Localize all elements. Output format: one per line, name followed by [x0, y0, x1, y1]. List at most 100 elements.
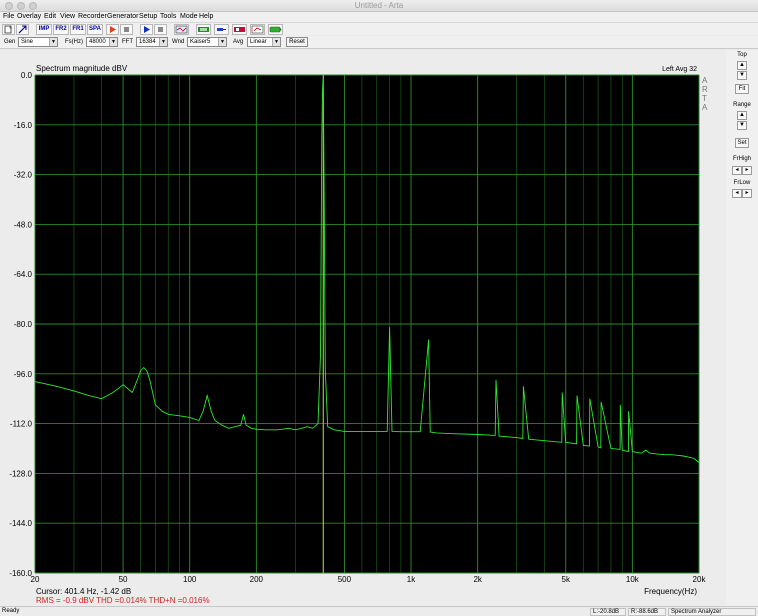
x-tick-label: 100 [183, 575, 197, 584]
menu-file[interactable]: File [3, 13, 14, 20]
x-tick-label: 500 [338, 575, 352, 584]
x-tick-label: 50 [119, 575, 128, 584]
svg-text:A: A [702, 103, 708, 112]
svg-text:A: A [702, 76, 708, 85]
channel-info: Left Avg 32 [662, 66, 697, 73]
menu-setup[interactable]: Setup [139, 13, 157, 20]
generator-bar: Gen Sine ▼ Fs(Hz) 48000 ▼ FFT 16384 ▼ Wnd K… [0, 36, 758, 49]
x-tick-label: 2k [473, 575, 482, 584]
y-tick-label: -128.0 [9, 469, 32, 478]
fs-select[interactable]: 48000 ▼ [86, 37, 118, 47]
y-tick-label: 0.0 [21, 71, 33, 80]
top-down-button[interactable]: ▼ [737, 71, 747, 80]
y-tick-label: -48.0 [14, 220, 33, 229]
menu-edit[interactable]: Edit [44, 13, 56, 20]
y-tick-label: -32.0 [14, 171, 33, 180]
svg-text:T: T [702, 94, 707, 103]
menu-bar: File Overlay Edit View Recorder Generato… [0, 12, 758, 22]
calibration-icon[interactable] [232, 24, 247, 35]
svg-text:R: R [702, 85, 708, 94]
y-tick-label: -96.0 [14, 370, 33, 379]
frhigh-right-button[interactable]: ▸ [742, 166, 752, 175]
x-tick-label: 20 [31, 575, 40, 584]
range-label: Range [733, 102, 751, 108]
reset-button[interactable]: Reset [286, 37, 308, 47]
chevron-down-icon: ▼ [49, 38, 57, 46]
fr2-mode-button[interactable]: FR2 [53, 24, 69, 35]
chevron-down-icon: ▼ [218, 38, 226, 46]
window-title: Untitled - Arta [354, 1, 404, 10]
plot-title: Spectrum magnitude dBV [36, 64, 128, 73]
status-bar: Ready L:-20.8dB R:-88.6dB Spectrum Analy… [0, 606, 758, 616]
imp-mode-button[interactable]: IMP [36, 24, 52, 35]
spectrum-chart[interactable]: 0.0 -16.0 -32.0 -48.0 -64.0 -80.0 -96.0 -112.0 -… [0, 50, 726, 606]
chevron-down-icon: ▼ [272, 38, 280, 46]
wnd-label: Wnd [172, 39, 185, 45]
new-icon[interactable] [2, 24, 15, 35]
menu-generator[interactable]: Generator [107, 13, 139, 20]
gauge-icon[interactable] [196, 24, 211, 35]
gen-select[interactable]: Sine ▼ [18, 37, 58, 47]
stop-record-icon[interactable] [120, 24, 133, 35]
status-ready: Ready [2, 608, 20, 614]
scale-sidebar: Top ▲ ▼ Fit Range ▲ ▼ Set FrHigh ◂ ▸ FrL… [726, 50, 758, 606]
y-tick-label: -160.0 [9, 569, 32, 578]
play-icon[interactable] [140, 24, 153, 35]
mode-status: Spectrum Analyzer [668, 608, 756, 616]
fft-label: FFT [122, 39, 133, 45]
distortion-stats: RMS = -0.9 dBV THD =0.014% THD+N =0.016% [36, 596, 210, 605]
avg-select[interactable]: Linear ▼ [247, 37, 281, 47]
toolbar: IMP FR2 FR1 SPA [0, 22, 758, 35]
plug-icon[interactable] [214, 24, 229, 35]
spa-mode-button[interactable]: SPA [87, 24, 103, 35]
gen-label: Gen [4, 39, 16, 45]
x-tick-label: 200 [250, 575, 264, 584]
frlow-right-button[interactable]: ▸ [742, 189, 752, 198]
y-tick-label: -144.0 [9, 519, 32, 528]
scope-icon[interactable] [174, 24, 189, 35]
chevron-down-icon: ▼ [109, 38, 117, 46]
right-level-status: R:-88.6dB [628, 608, 666, 616]
battery-icon[interactable] [268, 24, 283, 35]
wnd-select[interactable]: Kaiser5 ▼ [187, 37, 227, 47]
y-tick-label: -16.0 [14, 121, 33, 130]
x-tick-label: 10k [626, 575, 640, 584]
fr1-mode-button[interactable]: FR1 [70, 24, 86, 35]
range-down-button[interactable]: ▼ [737, 121, 747, 130]
range-up-button[interactable]: ▲ [737, 111, 747, 120]
fs-label: Fs(Hz) [65, 39, 83, 45]
menu-recorder[interactable]: Recorder [78, 13, 107, 20]
spectrum-plot-area[interactable]: 0.0 -16.0 -32.0 -48.0 -64.0 -80.0 -96.0 -112.0 -… [0, 50, 726, 606]
record-icon[interactable] [106, 24, 119, 35]
meter-icon[interactable] [250, 24, 265, 35]
menu-tools[interactable]: Tools [160, 13, 176, 20]
open-icon[interactable] [16, 24, 29, 35]
title-bar: Untitled - Arta [0, 0, 758, 12]
y-tick-label: -64.0 [14, 270, 33, 279]
menu-view[interactable]: View [60, 13, 75, 20]
frlow-label: FrLow [733, 180, 751, 186]
x-tick-label: 1k [407, 575, 416, 584]
fit-button[interactable]: Fit [735, 84, 749, 94]
x-tick-label: 5k [562, 575, 571, 584]
top-up-button[interactable]: ▲ [737, 61, 747, 70]
arta-watermark: A R T A [702, 76, 708, 112]
y-tick-label: -112.0 [10, 420, 33, 429]
chevron-down-icon: ▼ [159, 38, 167, 46]
set-button[interactable]: Set [735, 138, 749, 148]
menu-help[interactable]: Help [199, 13, 213, 20]
y-tick-label: -80.0 [14, 320, 33, 329]
left-level-status: L:-20.8dB [590, 608, 626, 616]
cursor-readout: Cursor: 401.4 Hz, -1.42 dB [36, 587, 131, 596]
top-label: Top [737, 52, 747, 58]
frhigh-label: FrHigh [732, 156, 751, 162]
x-axis-label: Frequency(Hz) [644, 587, 697, 596]
x-tick-label: 20k [693, 575, 707, 584]
avg-label: Avg [233, 39, 244, 45]
fft-select[interactable]: 16384 ▼ [136, 37, 168, 47]
menu-mode[interactable]: Mode [180, 13, 198, 20]
frlow-left-button[interactable]: ◂ [732, 189, 742, 198]
frhigh-left-button[interactable]: ◂ [732, 166, 742, 175]
stop-icon[interactable] [154, 24, 167, 35]
menu-overlay[interactable]: Overlay [17, 13, 41, 20]
